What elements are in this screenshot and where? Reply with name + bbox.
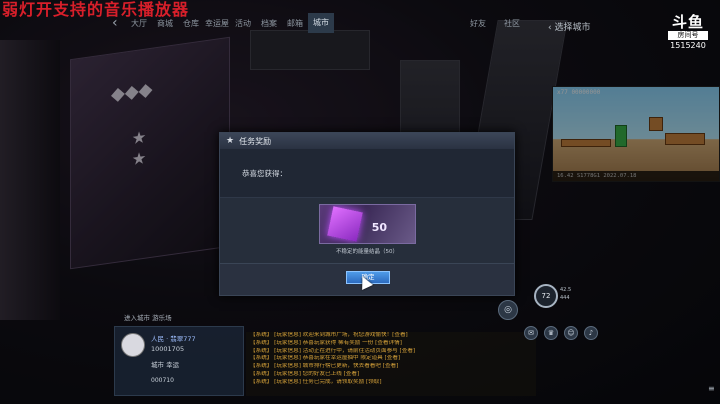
hud-icon-bar: ◎ ✉ ♛ ☺ ♪ [498, 300, 598, 340]
nav-tab-warehouse[interactable]: 仓库 [178, 18, 204, 29]
avatar[interactable] [121, 333, 145, 357]
top-right-nav: 好友 社区 [470, 18, 520, 29]
task-reward-dialog: ★ 任务奖励 恭喜您获得： 50 不稳定的能量结晶（50） 确定 [219, 132, 515, 296]
reward-item-card[interactable]: 50 [319, 204, 416, 244]
energy-crystal-icon [327, 206, 363, 242]
douyu-logo: 斗鱼 [671, 13, 704, 31]
nav-tab-lobby[interactable]: 大厅 [126, 18, 152, 29]
chat-line: 【系统】 [玩家信息] 城市排行榜已更新，快去看看吧 [查看] [250, 363, 399, 370]
chat-line: 【系统】 [玩家信息] 任务已完成，请领取奖励 [领取] [250, 378, 382, 385]
room-label: 房间号 [668, 31, 708, 40]
menu-icon[interactable]: ≡ [708, 384, 715, 393]
nav-tab-city[interactable]: 城市 [308, 13, 334, 33]
nav-tab-events[interactable]: 活动 [230, 18, 256, 29]
congrats-text: 恭喜您获得： [242, 169, 287, 178]
player-money: 10001705 [151, 345, 185, 353]
chat-line: 【系统】 [玩家信息] 恭喜玩家获得 稀有奖励 一份 [查看详情] [250, 339, 402, 346]
globe-icon[interactable]: ◎ [498, 300, 518, 320]
select-city-label: 选择城市 [554, 23, 591, 33]
user-info-panel: 人民 · 翡翠777 10001705 城市 幸运 000710 [114, 326, 244, 396]
chat-log[interactable]: 【系统】 [玩家信息] 欢迎来到城市广场，祝您游戏愉快！[查看] 【系统】 [玩… [246, 332, 536, 396]
top-nav: ‹ 大厅 商城 仓库 幸运屋 活动 档案 邮箱 城市 [112, 12, 334, 34]
dialog-header: ★ 任务奖励 [220, 133, 514, 149]
douyu-watermark: 斗鱼 房间号 1515240 [668, 14, 708, 50]
select-city-button[interactable]: ‹ 选择城市 [548, 20, 590, 33]
nav-friends[interactable]: 好友 [470, 18, 486, 29]
reward-label: 不稳定的能量结晶（50） [336, 249, 398, 255]
player-stat: 城市 幸运 [151, 361, 180, 369]
trophy-icon[interactable]: ♛ [544, 326, 558, 340]
chevron-left-icon[interactable]: ‹ [112, 15, 126, 31]
player-value: 000710 [151, 377, 174, 384]
dialog-title: 任务奖励 [239, 136, 272, 146]
room-number: 1515240 [670, 41, 706, 50]
player-name[interactable]: 人民 · 翡翠777 [151, 333, 196, 343]
room-link[interactable]: 进入城市 游乐场 [124, 312, 172, 322]
speed-info-1: 42.5 [560, 287, 572, 293]
chat-line: 【系统】 [玩家信息] 您的好友已上线 [查看] [250, 370, 360, 377]
reward-quantity: 50 [371, 221, 387, 234]
chat-icon[interactable]: ✉ [524, 326, 538, 340]
nav-tab-mail[interactable]: 邮箱 [282, 18, 308, 29]
nav-tab-shop[interactable]: 商城 [152, 18, 178, 29]
people-icon[interactable]: ☺ [564, 326, 578, 340]
star-icon: ★ [226, 136, 235, 146]
reward-area: 50 不稳定的能量结晶（50） [220, 197, 514, 263]
bell-icon[interactable]: ♪ [584, 326, 598, 340]
nav-community[interactable]: 社区 [504, 18, 520, 29]
chat-line: 【系统】 [玩家信息] 活动正在进行中，请前往活动页面参与 [查看] [250, 347, 416, 354]
nav-tab-lucky[interactable]: 幸运屋 [204, 18, 230, 29]
dialog-body: 恭喜您获得： 50 不稳定的能量结晶（50） [220, 149, 514, 265]
chat-line: 【系统】 [玩家信息] 欢迎来到城市广场，祝您游戏愉快！[查看] [250, 332, 408, 338]
nav-tab-profile[interactable]: 档案 [256, 18, 282, 29]
chat-line: 【系统】 [玩家信息] 恭喜玩家在幸运屋抽中 限定道具 [查看] [250, 355, 401, 362]
